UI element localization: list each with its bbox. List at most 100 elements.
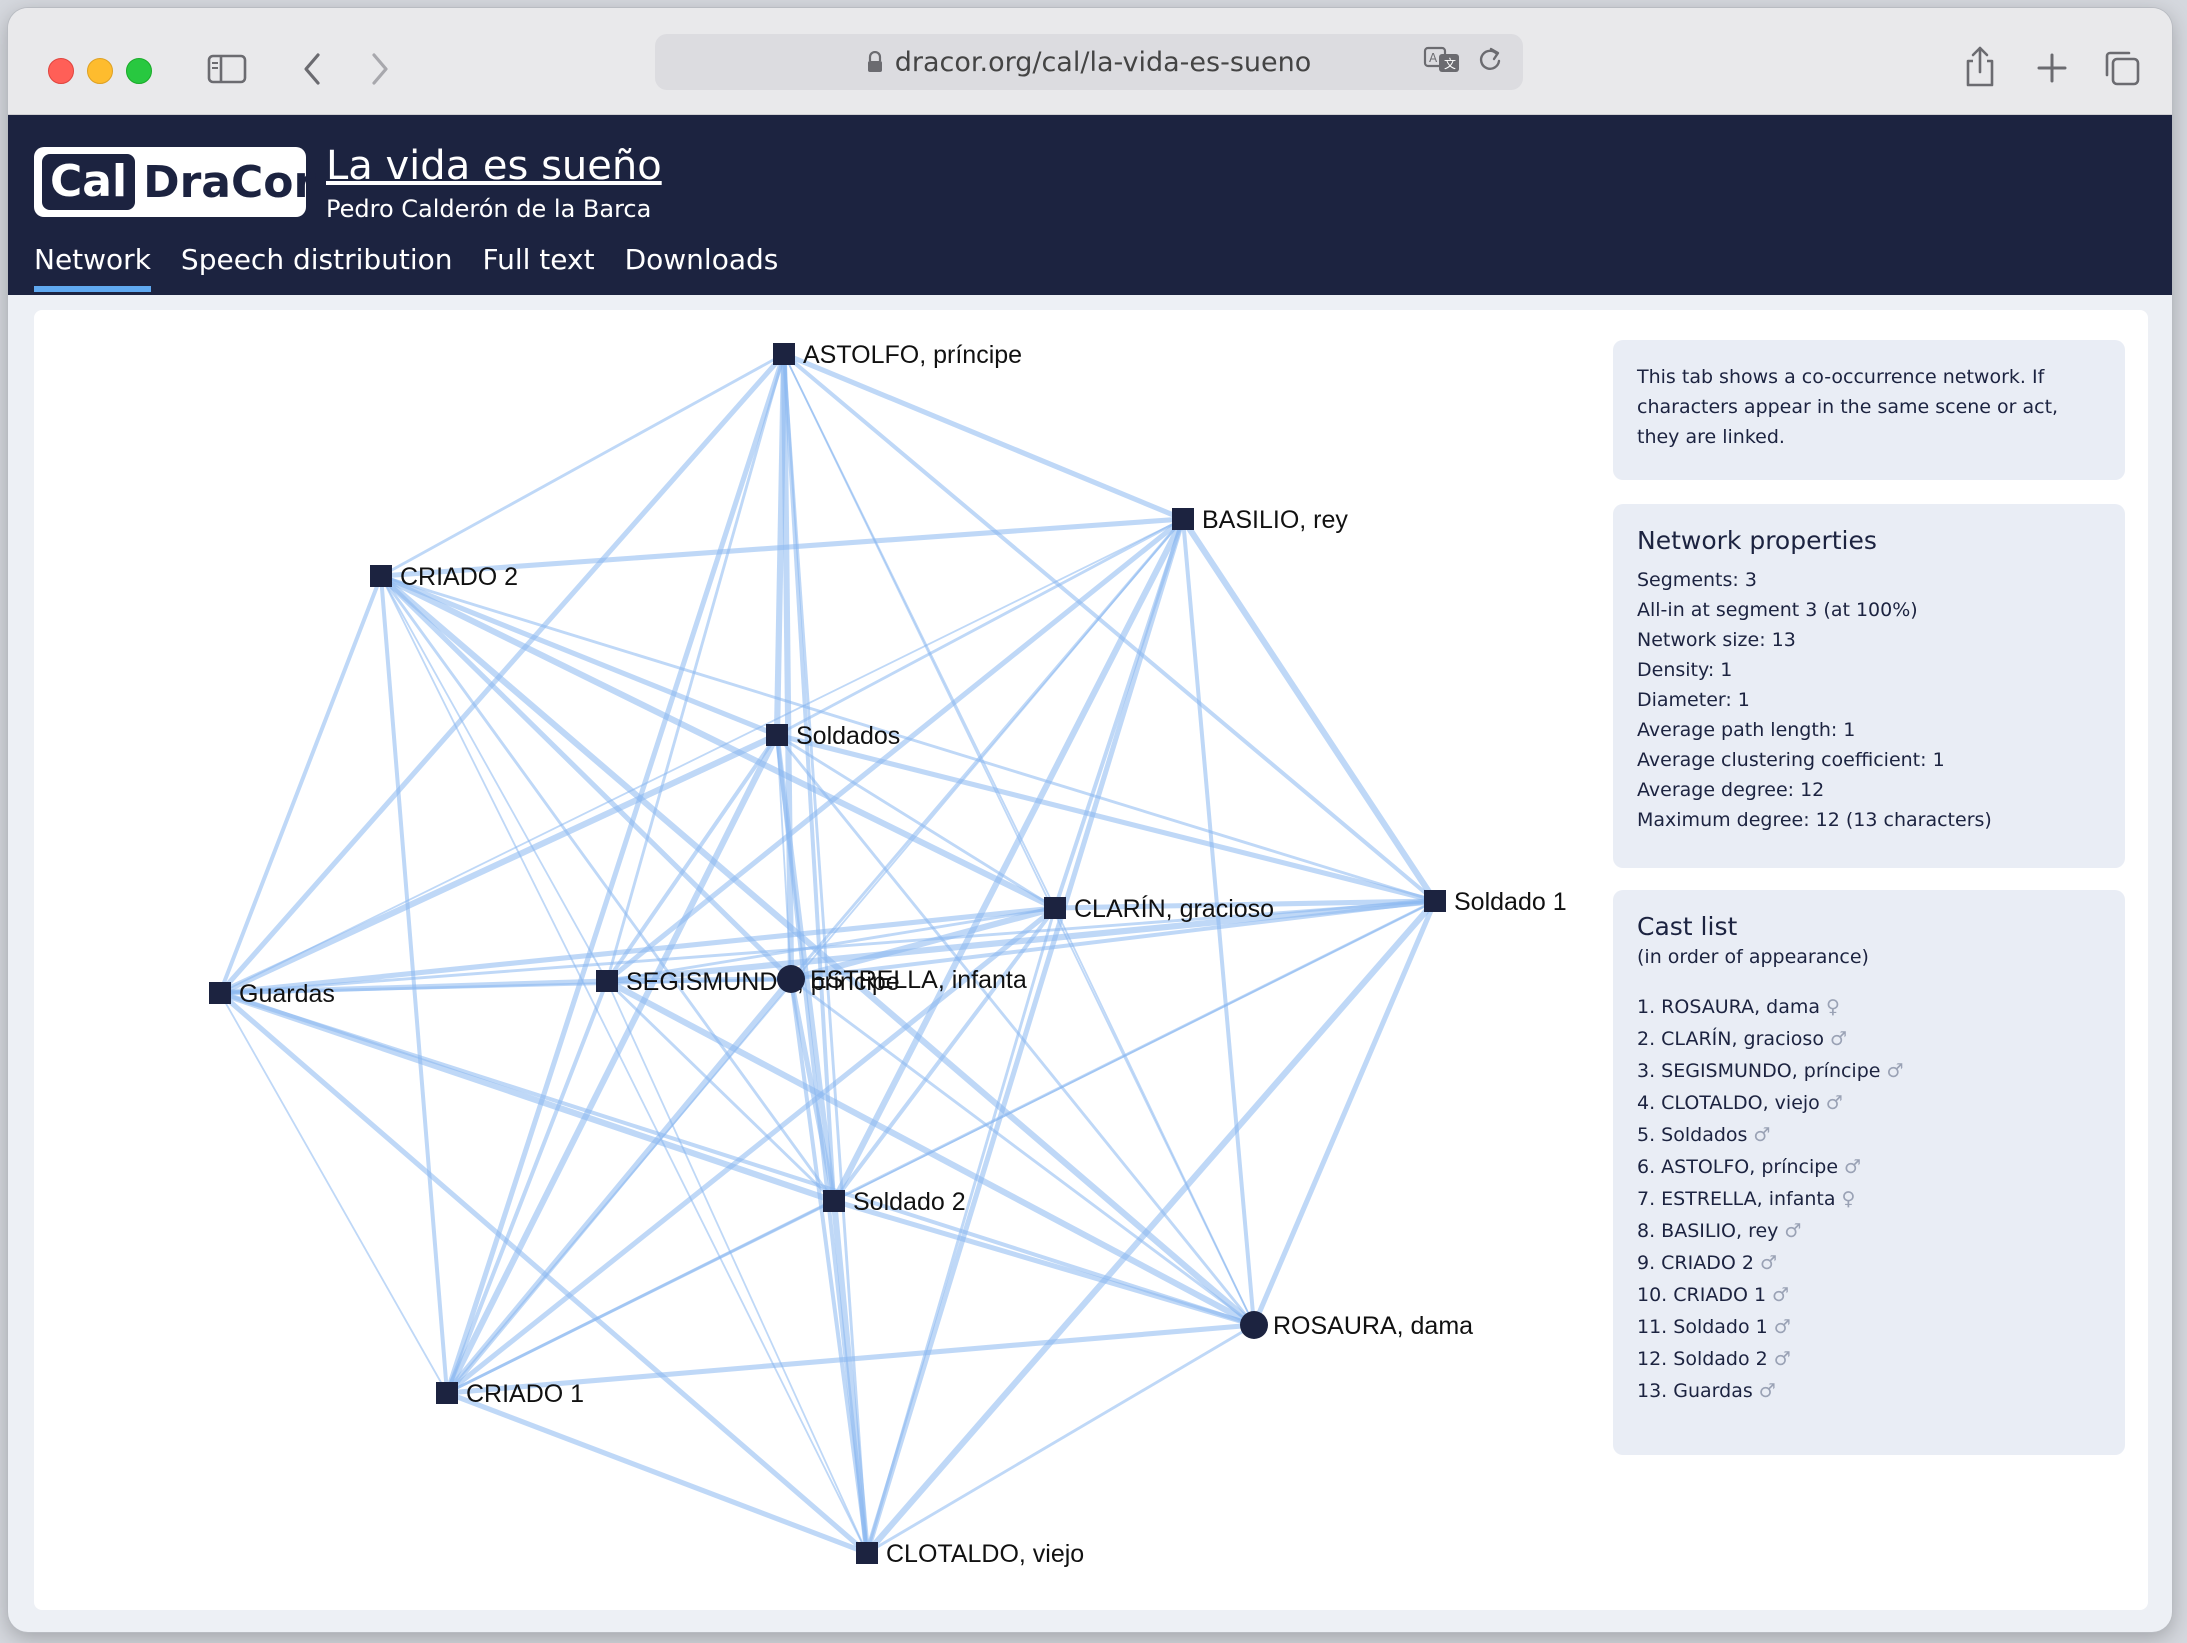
network-node[interactable]: ROSAURA, dama [1240,1311,1473,1340]
property-network-size: Network size: 13 [1637,629,1796,651]
logo-dracor: DraCor [143,156,316,208]
gender-icon: ♂ [1758,1380,1776,1402]
node-square-marker[interactable] [1172,508,1194,530]
node-circle-marker[interactable] [777,965,805,993]
reload-icon[interactable] [1477,45,1503,80]
cast-item[interactable]: 1. ROSAURA, dama ♀ [1637,991,2101,1023]
node-square-marker[interactable] [1424,890,1446,912]
cast-list-subtitle: (in order of appearance) [1637,946,1869,968]
new-tab-icon[interactable] [2030,46,2074,90]
cast-item[interactable]: 6. ASTOLFO, príncipe ♂ [1637,1151,2101,1183]
network-node[interactable]: Soldado 2 [823,1188,966,1216]
close-window-button[interactable] [48,58,74,84]
browser-toolbar: dracor.org/cal/la-vida-es-sueno A文 [8,8,2172,115]
property-segments: Segments: 3 [1637,569,1757,591]
node-label: ROSAURA, dama [1273,1312,1473,1340]
node-label: CLARÍN, gracioso [1074,894,1274,923]
network-properties-title: Network properties [1637,526,1877,555]
network-edge [833,1198,1255,1328]
node-square-marker[interactable] [1044,897,1066,919]
property-diameter: Diameter: 1 [1637,689,1750,711]
node-label: ESTRELLA, infanta [810,966,1027,994]
tab-downloads[interactable]: Downloads [625,243,779,292]
forward-arrow-icon[interactable] [360,46,400,92]
property-clustering-coefficient: Average clustering coefficient: 1 [1637,749,1945,771]
lock-icon [867,51,883,73]
cast-item[interactable]: 11. Soldado 1 ♂ [1637,1311,2101,1343]
tab-network[interactable]: Network [34,243,151,292]
cast-item[interactable]: 8. BASILIO, rey ♂ [1637,1215,2101,1247]
network-node[interactable]: ASTOLFO, príncipe [773,341,1022,369]
zoom-window-button[interactable] [126,58,152,84]
node-label: BASILIO, rey [1202,506,1348,534]
gender-icon: ♂ [1829,1028,1847,1050]
network-properties-panel: Network properties Segments: 3 All-in at… [1613,504,2125,868]
gender-icon: ♂ [1886,1060,1904,1082]
node-label: Soldado 1 [1454,888,1567,916]
cast-item[interactable]: 10. CRIADO 1 ♂ [1637,1279,2101,1311]
network-node[interactable]: Soldado 1 [1424,888,1567,916]
cast-name: 5. Soldados [1637,1124,1748,1146]
network-edge [605,978,1256,1328]
network-edge [380,575,868,1554]
node-square-marker[interactable] [370,565,392,587]
cast-item[interactable]: 4. CLOTALDO, viejo ♂ [1637,1087,2101,1119]
network-node[interactable]: CLOTALDO, viejo [856,1540,1084,1568]
node-square-marker[interactable] [209,982,231,1004]
main-content: ASTOLFO, príncipe BASILIO, rey CRIADO 2 Sol… [34,310,2148,1610]
node-square-marker[interactable] [596,970,618,992]
svg-text:A: A [1429,51,1438,65]
network-node[interactable]: ESTRELLA, infanta [777,965,1027,994]
site-header: Cal DraCor La vida es sueño Pedro Calder… [8,115,2172,295]
node-square-marker[interactable] [766,724,788,746]
node-square-marker[interactable] [436,1382,458,1404]
node-square-marker[interactable] [856,1542,878,1564]
network-node[interactable]: BASILIO, rey [1172,506,1348,534]
play-author: Pedro Calderón de la Barca [326,195,652,223]
network-edge [783,351,1184,522]
cast-item[interactable]: 12. Soldado 2 ♂ [1637,1343,2101,1375]
property-average-degree: Average degree: 12 [1637,779,1825,801]
minimize-window-button[interactable] [87,58,113,84]
address-bar[interactable]: dracor.org/cal/la-vida-es-sueno A文 [655,34,1523,90]
sidebar-toggle-icon[interactable] [204,46,250,92]
network-edge [444,733,780,1395]
node-square-marker[interactable] [773,343,795,365]
network-graph[interactable]: ASTOLFO, príncipe BASILIO, rey CRIADO 2 Sol… [34,310,1594,1610]
network-edge [379,574,793,981]
property-average-path-length: Average path length: 1 [1637,719,1856,741]
network-node[interactable]: Guardas [209,980,335,1008]
cast-item[interactable]: 13. Guardas ♂ [1637,1375,2101,1407]
network-intro-text: This tab shows a co-occurrence network. … [1637,366,2059,448]
gender-icon: ♂ [1844,1156,1862,1178]
tab-speech-distribution[interactable]: Speech distribution [181,243,453,292]
cast-item[interactable]: 2. CLARÍN, gracioso ♂ [1637,1023,2101,1055]
cast-item[interactable]: 7. ESTRELLA, infanta ♀ [1637,1183,2101,1215]
tab-full-text[interactable]: Full text [483,243,595,292]
tab-overview-icon[interactable] [2100,46,2144,90]
cast-name: 13. Guardas [1637,1380,1753,1402]
translate-icon[interactable]: A文 [1423,45,1461,80]
network-node[interactable]: Soldados [766,722,900,750]
cast-item[interactable]: 9. CRIADO 2 ♂ [1637,1247,2101,1279]
node-square-marker[interactable] [823,1190,845,1212]
share-icon[interactable] [1958,42,2002,92]
cast-name: 1. ROSAURA, dama [1637,996,1821,1018]
node-label: ASTOLFO, príncipe [803,341,1022,369]
cast-name: 12. Soldado 2 [1637,1348,1768,1370]
node-circle-marker[interactable] [1240,1311,1268,1339]
back-arrow-icon[interactable] [292,46,332,92]
network-node[interactable]: CLARÍN, gracioso [1044,894,1274,923]
play-title-link[interactable]: La vida es sueño [326,143,662,189]
cast-name: 7. ESTRELLA, infanta [1637,1188,1836,1210]
network-edge [1251,899,1438,1327]
node-label: CRIADO 2 [400,563,518,591]
cast-list-panel: Cast list (in order of appearance) 1. RO… [1613,890,2125,1455]
cast-item[interactable]: 3. SEGISMUNDO, príncipe ♂ [1637,1055,2101,1087]
caldracor-logo[interactable]: Cal DraCor [34,147,315,217]
node-label: CRIADO 1 [466,1380,584,1408]
cast-item[interactable]: 5. Soldados ♂ [1637,1119,2101,1151]
cast-name: 8. BASILIO, rey [1637,1220,1779,1242]
gender-icon: ♀ [1841,1188,1856,1210]
node-label: Soldado 2 [853,1188,966,1216]
